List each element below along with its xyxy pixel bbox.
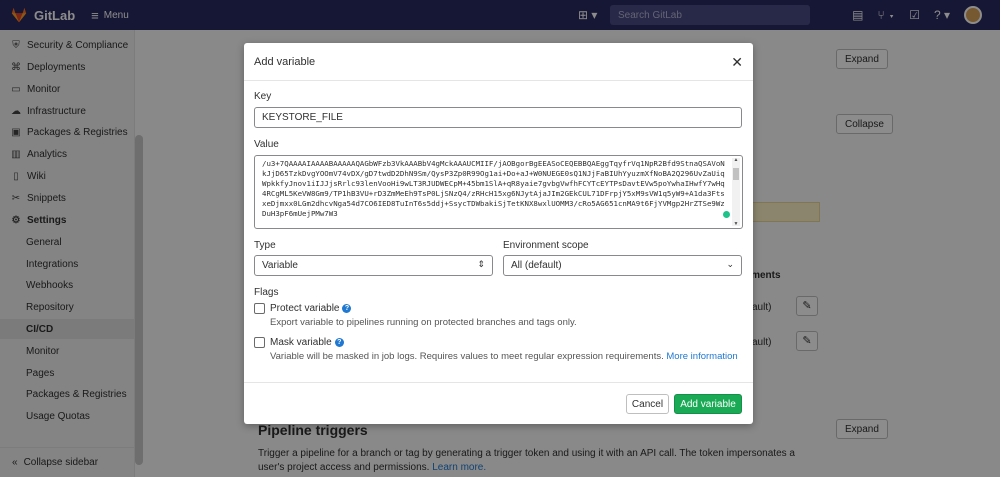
mask-variable-row: Mask variable? bbox=[270, 337, 344, 348]
mask-variable-help: Variable will be masked in job logs. Req… bbox=[270, 351, 738, 362]
scope-selected-value: All (default) bbox=[511, 260, 562, 271]
mask-variable-checkbox[interactable] bbox=[254, 337, 265, 348]
type-select[interactable]: Variable ⇕ bbox=[254, 255, 493, 276]
question-icon[interactable]: ? bbox=[342, 304, 352, 313]
scroll-down-icon[interactable]: ▼ bbox=[732, 221, 740, 227]
grammar-check-icon[interactable] bbox=[723, 211, 730, 218]
value-textarea[interactable]: /u3+7QAAAAIAAAABAAAAAQAGbWFzb3VkAAABbV4g… bbox=[254, 155, 743, 229]
cancel-button[interactable]: Cancel bbox=[626, 394, 669, 414]
protect-variable-row: Protect variable? bbox=[270, 303, 352, 314]
key-input[interactable] bbox=[254, 107, 742, 128]
key-label: Key bbox=[254, 91, 272, 102]
modal-header: Add variable ✕ bbox=[244, 43, 753, 81]
add-variable-button[interactable]: Add variable bbox=[674, 394, 742, 414]
protect-variable-help: Export variable to pipelines running on … bbox=[270, 317, 577, 328]
scroll-up-icon[interactable]: ▲ bbox=[732, 157, 740, 163]
more-information-link[interactable]: More information bbox=[666, 351, 737, 362]
protect-variable-checkbox[interactable] bbox=[254, 303, 265, 314]
textarea-scrollbar[interactable]: ▲ ▼ bbox=[732, 157, 740, 227]
scope-label: Environment scope bbox=[503, 240, 589, 251]
modal-footer: Cancel Add variable bbox=[244, 382, 753, 424]
modal-title: Add variable bbox=[254, 55, 316, 68]
chevron-down-icon: ⌄ bbox=[726, 259, 734, 269]
value-text: /u3+7QAAAAIAAAABAAAAAQAGbWFzb3VkAAABbV4g… bbox=[262, 159, 725, 218]
updown-caret-icon: ⇕ bbox=[477, 259, 485, 269]
type-selected-value: Variable bbox=[262, 260, 298, 271]
scroll-thumb[interactable] bbox=[733, 168, 739, 180]
value-label: Value bbox=[254, 139, 279, 150]
environment-scope-dropdown[interactable]: All (default) ⌄ bbox=[503, 255, 742, 276]
question-icon[interactable]: ? bbox=[334, 338, 344, 347]
type-label: Type bbox=[254, 240, 276, 251]
flags-label: Flags bbox=[254, 287, 279, 298]
protect-variable-label: Protect variable bbox=[270, 303, 340, 314]
add-variable-modal: Add variable ✕ Key Value /u3+7QAAAAIAAAA… bbox=[244, 43, 753, 424]
close-icon[interactable]: ✕ bbox=[731, 54, 743, 71]
mask-variable-help-text: Variable will be masked in job logs. Req… bbox=[270, 351, 664, 362]
mask-variable-label: Mask variable bbox=[270, 337, 332, 348]
